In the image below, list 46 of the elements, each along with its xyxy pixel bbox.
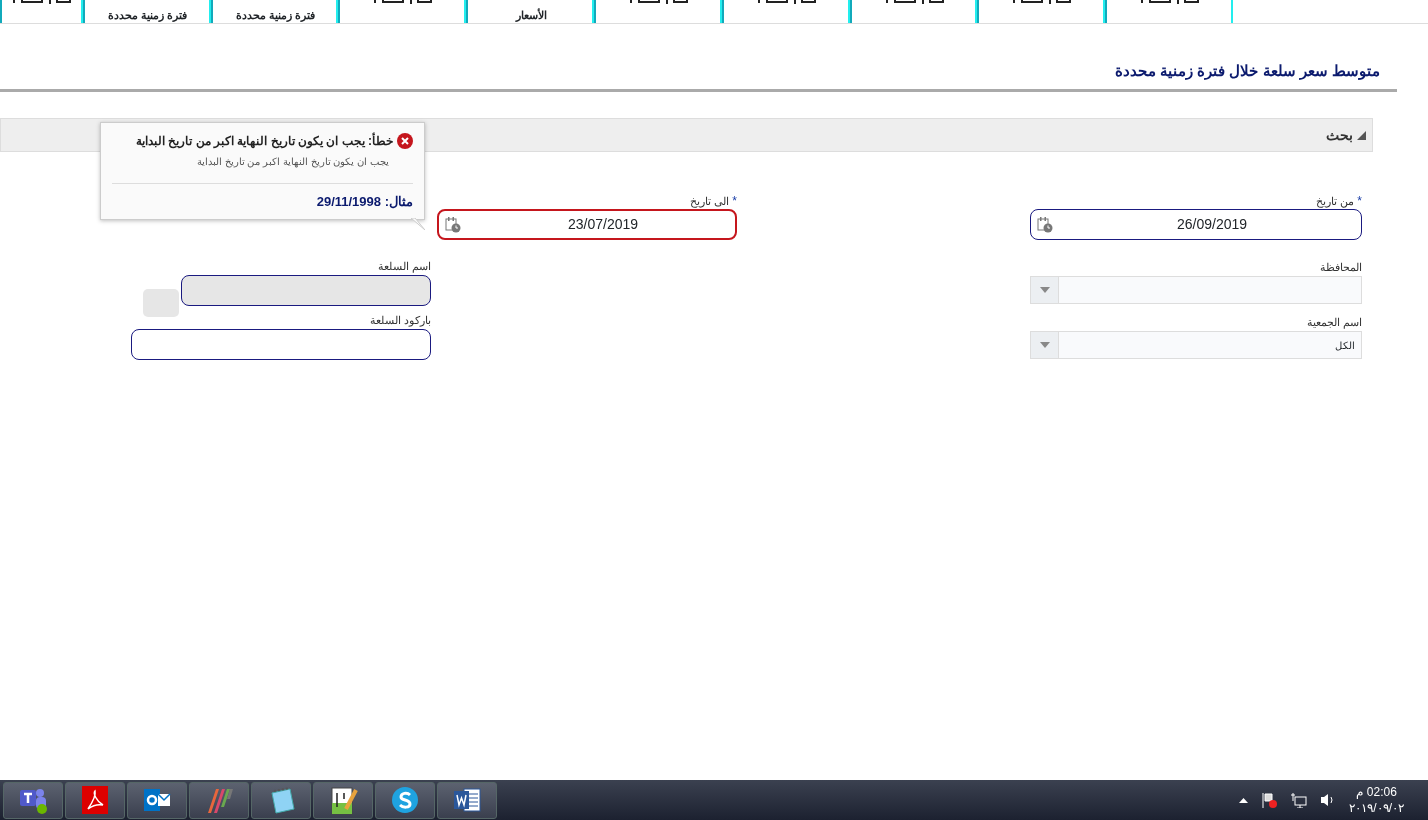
taskbar-app-button[interactable] [313, 781, 373, 819]
calendar-clock-icon [445, 216, 461, 233]
from-date-field[interactable]: 26/09/2019 [1030, 209, 1362, 240]
word-document-icon [452, 785, 482, 815]
calendar-clock-icon [1037, 216, 1053, 233]
dropdown-arrow-icon [1039, 342, 1050, 348]
expanded-triangle-icon [1357, 130, 1366, 140]
menu-tab[interactable] [1105, 0, 1233, 23]
required-asterisk: * [1357, 194, 1362, 208]
speaker-icon[interactable] [1321, 793, 1336, 807]
taskbar-clock[interactable]: 02:06 م ٢٠١٩/٠٩/٠٢ [1349, 784, 1404, 816]
flag-error-icon[interactable] [1262, 792, 1278, 808]
field-label: اسم السلعة [376, 259, 431, 275]
menu-tab[interactable] [849, 0, 978, 23]
pdf-icon [80, 785, 110, 815]
network-icon[interactable] [1291, 792, 1308, 808]
field-label: * من تاريخ [1315, 193, 1362, 209]
pencil-notepad-icon [328, 785, 358, 815]
menu-tab[interactable]: فترة زمنية محددة [82, 0, 211, 23]
association-select[interactable]: الكل [1030, 331, 1362, 359]
error-icon [397, 133, 413, 149]
field-label: باركود السلعة [368, 313, 431, 329]
dropdown-arrow-icon [1039, 287, 1050, 293]
taskbar-app-button[interactable] [375, 781, 435, 819]
taskbar-app-button[interactable] [3, 781, 63, 819]
field-label: * الى تاريخ [689, 193, 737, 209]
field-label: المحافظة [1319, 260, 1362, 275]
to-date-field[interactable]: 23/07/2019 [437, 209, 737, 240]
menu-tab[interactable] [594, 0, 722, 23]
menu-tab[interactable] [977, 0, 1106, 23]
taskbar-app-button[interactable] [127, 781, 187, 819]
error-title: خطأ: يجب ان يكون تاريخ النهاية اكبر من تاريخ البداية [136, 132, 393, 150]
menu-tab[interactable] [0, 0, 83, 23]
menu-tab[interactable]: فترة زمنية محددة [210, 0, 339, 23]
taskbar-app-button[interactable] [251, 781, 311, 819]
menu-tab[interactable] [338, 0, 467, 23]
menu-tab[interactable] [721, 0, 850, 23]
tray-expand-icon[interactable] [1239, 797, 1249, 803]
taskbar-app-button[interactable] [65, 781, 125, 819]
field-label: اسم الجمعية [1305, 315, 1362, 331]
barcode-field[interactable] [131, 329, 431, 360]
error-detail: يجب ان يكون تاريخ النهاية اكبر من تاريخ البداية [195, 155, 389, 169]
menu-tab[interactable]: الأسعار [466, 0, 594, 23]
taskbar-app-button[interactable] [437, 781, 497, 819]
required-asterisk: * [732, 194, 737, 208]
page-title: متوسط سعر سلعة خلال فترة زمنية محددة [1114, 61, 1381, 80]
